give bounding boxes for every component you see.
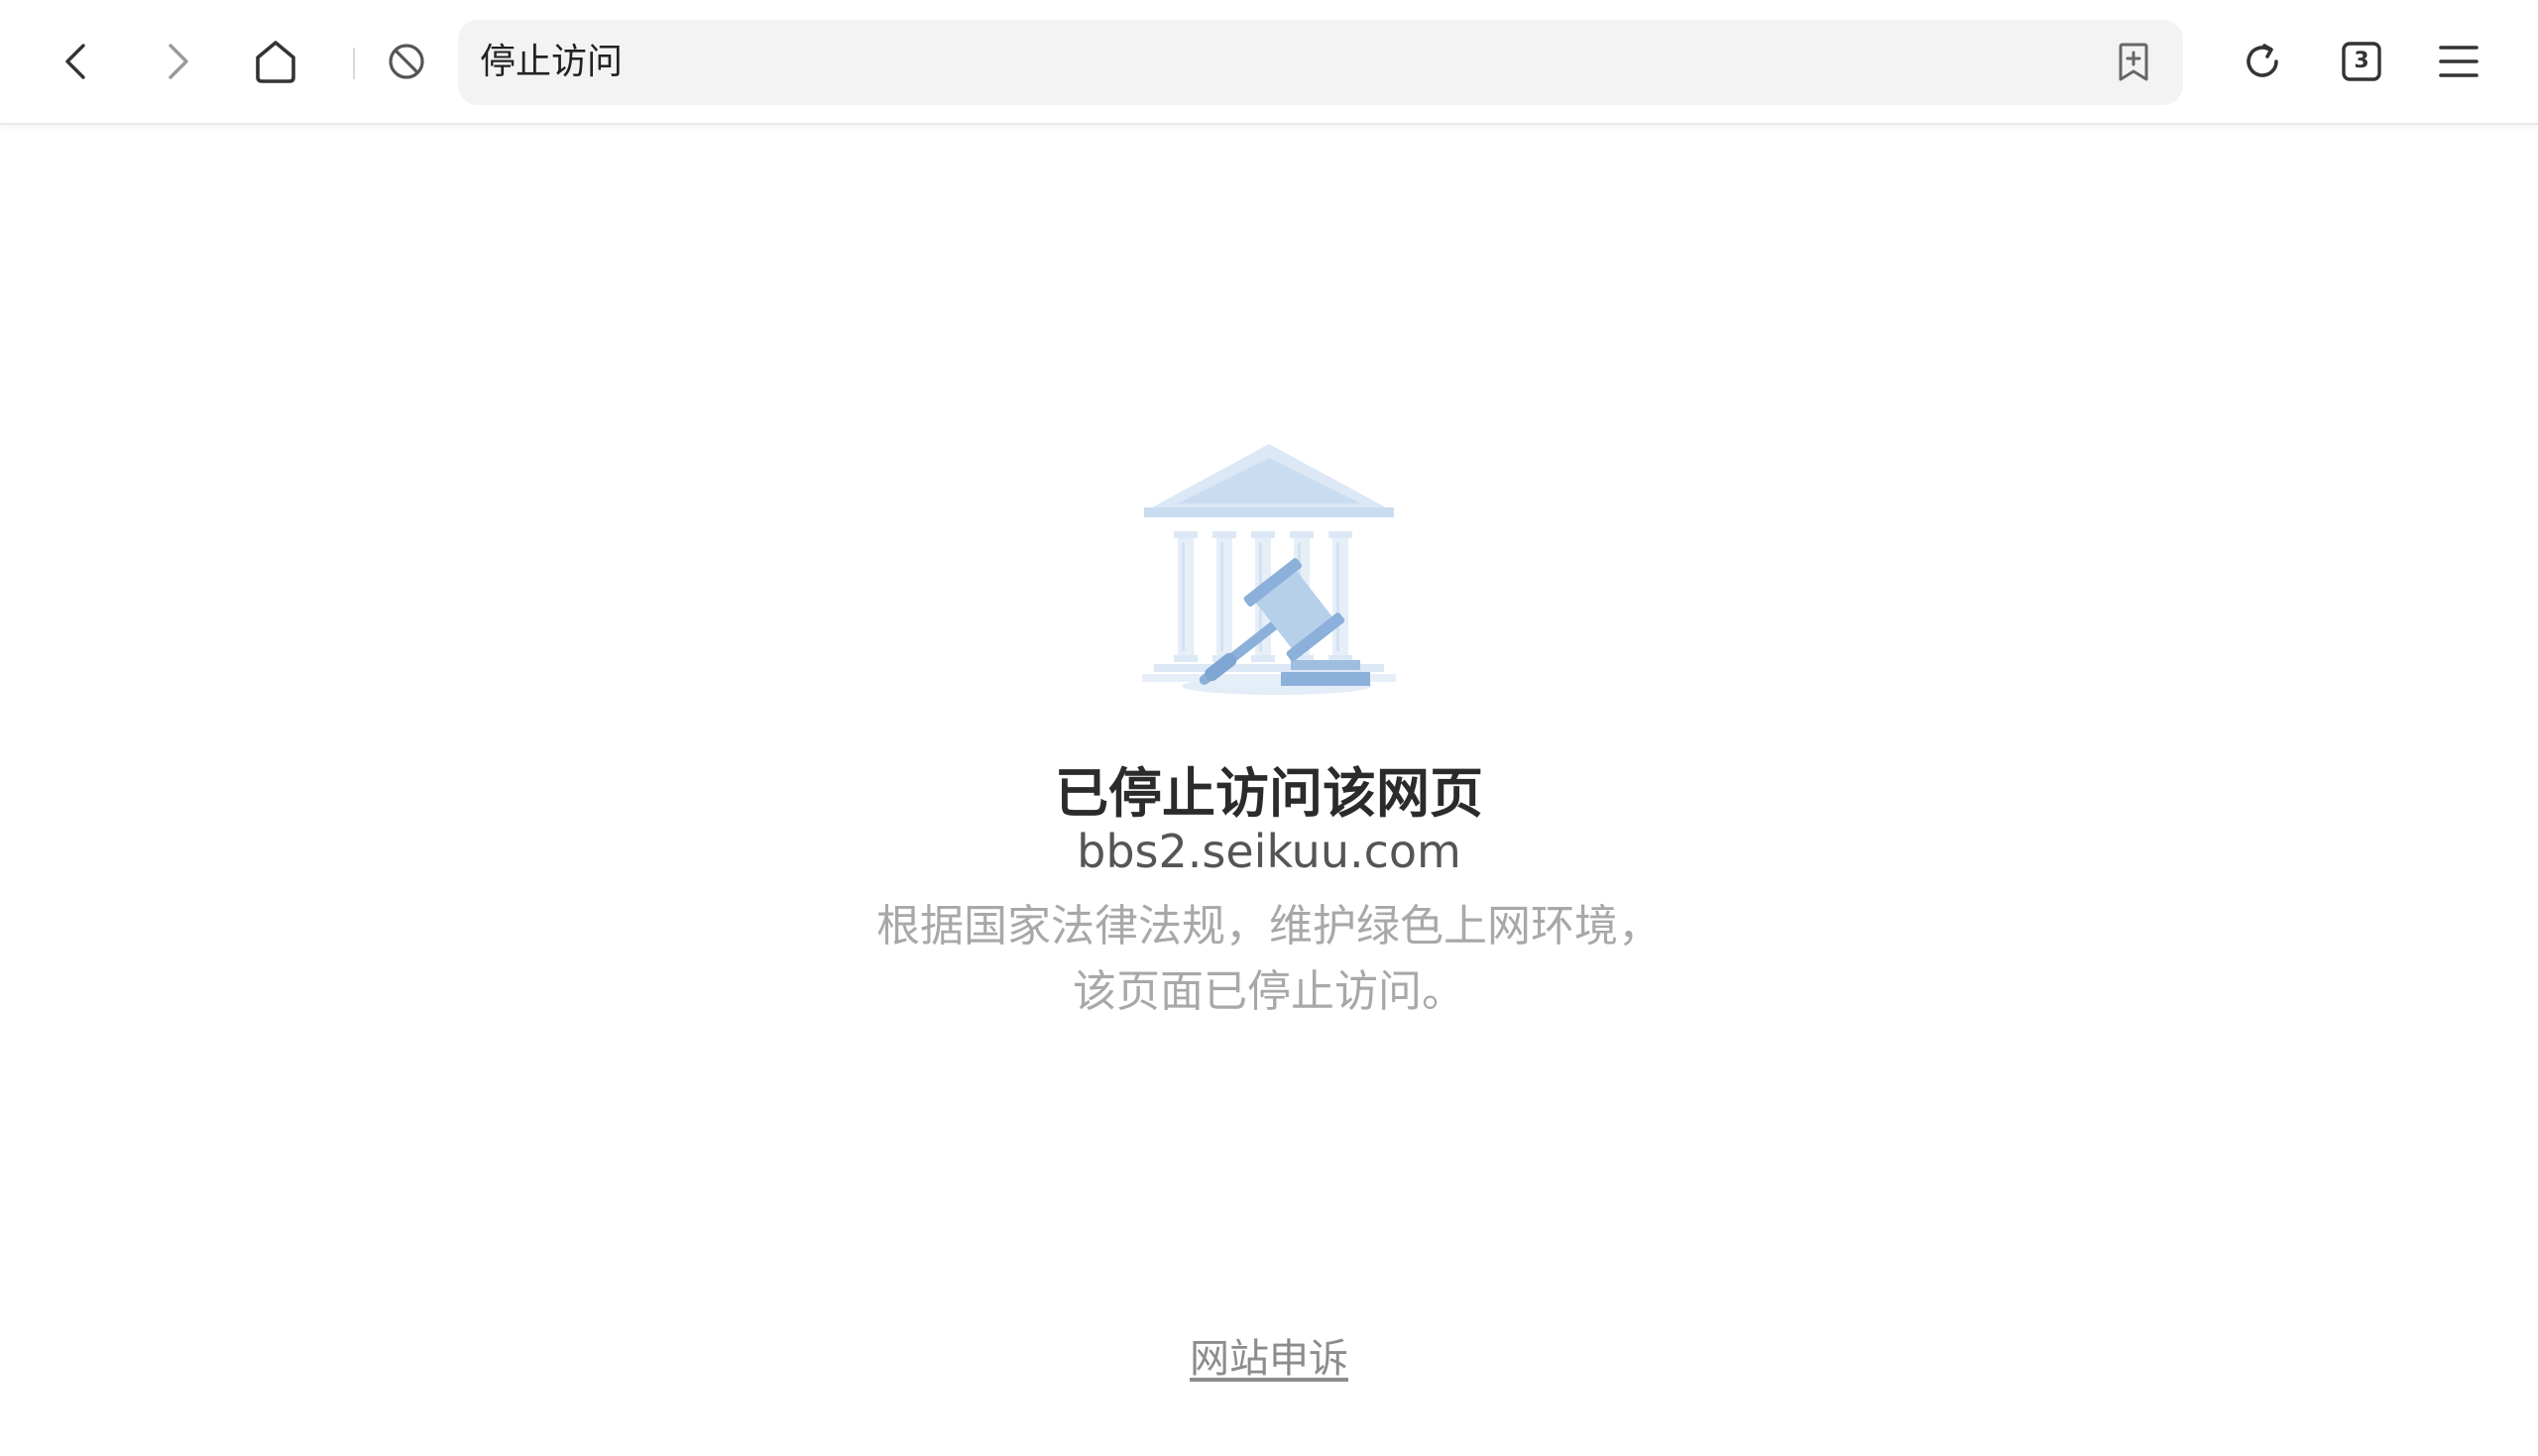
home-button[interactable] — [246, 32, 305, 91]
menu-icon — [2437, 42, 2480, 81]
block-description-line-2: 该页面已停止访问。 — [1073, 966, 1465, 1017]
address-bar[interactable]: 停止访问 — [458, 20, 2183, 105]
toolbar-divider — [353, 48, 355, 79]
site-status-button[interactable] — [377, 32, 436, 91]
block-description: 根据国家法律法规，维护绿色上网环境， 该页面已停止访问。 — [0, 894, 2538, 1025]
address-bar-text[interactable]: 停止访问 — [480, 20, 623, 105]
site-appeal-link[interactable]: 网站申诉 — [1190, 1336, 1348, 1382]
back-button[interactable] — [48, 32, 107, 91]
appeal-container: 网站申诉 — [0, 1326, 2538, 1384]
page-title: 已停止访问该网页 — [1055, 762, 1483, 825]
blocked-icon — [387, 42, 426, 81]
tabs-icon: 3 — [2341, 41, 2382, 82]
tabs-button[interactable]: 3 — [2332, 32, 2391, 91]
chevron-right-icon — [157, 42, 196, 81]
browser-toolbar: 停止访问 3 — [0, 0, 2538, 125]
home-icon — [252, 38, 299, 85]
courthouse-gavel-illustration — [1120, 414, 1418, 712]
menu-button[interactable] — [2429, 32, 2488, 91]
refresh-icon — [2241, 40, 2284, 83]
refresh-button[interactable] — [2233, 32, 2292, 91]
chevron-left-icon — [58, 42, 97, 81]
add-bookmark-icon — [2116, 43, 2151, 82]
blocked-domain: bbs2.seikuu.com — [1077, 825, 1461, 878]
blocked-page-content: 已停止访问该网页 bbs2.seikuu.com 根据国家法律法规，维护绿色上网… — [0, 125, 2538, 1456]
forward-button[interactable] — [147, 32, 206, 91]
add-bookmark-button[interactable] — [2104, 33, 2163, 92]
tab-count: 3 — [2354, 49, 2369, 73]
block-description-line-1: 根据国家法律法规，维护绿色上网环境， — [876, 901, 1662, 952]
